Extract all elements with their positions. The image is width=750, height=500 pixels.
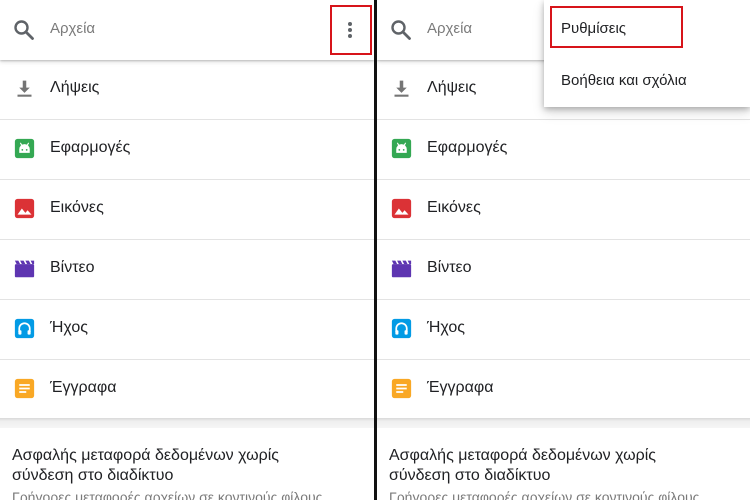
category-label: Εικόνες bbox=[50, 199, 104, 216]
category-item-images[interactable]: Εικόνες bbox=[377, 180, 750, 240]
category-label: Εφαρμογές bbox=[50, 139, 131, 156]
promo-title: Ασφαλής μεταφορά δεδομένων χωρίς σύνδεση… bbox=[12, 447, 279, 484]
category-label: Έγγραφα bbox=[50, 379, 117, 396]
category-label: Εικόνες bbox=[427, 199, 481, 216]
search-icon bbox=[12, 18, 36, 42]
promo-subtitle: Γρήγορες μεταφορές αρχείων σε κοντινούς … bbox=[12, 489, 323, 500]
image-icon bbox=[391, 198, 412, 219]
category-label: Βίντεο bbox=[50, 259, 95, 276]
search-bar[interactable]: Αρχεία bbox=[0, 0, 374, 60]
overflow-menu: Ρυθμίσεις Βοήθεια και σχόλια bbox=[544, 0, 750, 107]
section-divider bbox=[377, 418, 750, 428]
category-label: Λήψεις bbox=[50, 79, 100, 96]
menu-item-label: Ρυθμίσεις bbox=[561, 20, 627, 37]
category-label: Λήψεις bbox=[427, 79, 477, 96]
category-label: Βίντεο bbox=[427, 259, 472, 276]
android-icon bbox=[391, 138, 412, 159]
category-item-downloads[interactable]: Λήψεις bbox=[0, 60, 374, 120]
menu-item-help-feedback[interactable]: Βοήθεια και σχόλια bbox=[544, 58, 750, 102]
image-icon bbox=[14, 198, 35, 219]
search-input[interactable]: Αρχεία bbox=[427, 20, 472, 37]
menu-item-settings[interactable]: Ρυθμίσεις bbox=[544, 6, 750, 50]
search-input[interactable]: Αρχεία bbox=[50, 20, 95, 37]
category-label: Έγγραφα bbox=[427, 379, 494, 396]
download-icon bbox=[391, 78, 412, 99]
category-item-documents[interactable]: Έγγραφα bbox=[377, 360, 750, 418]
category-item-apps[interactable]: Εφαρμογές bbox=[0, 120, 374, 180]
category-item-audio[interactable]: Ήχος bbox=[0, 300, 374, 360]
category-item-apps[interactable]: Εφαρμογές bbox=[377, 120, 750, 180]
video-icon bbox=[391, 258, 412, 279]
document-icon bbox=[14, 378, 35, 399]
category-item-videos[interactable]: Βίντεο bbox=[377, 240, 750, 300]
promo-subtitle: Γρήγορες μεταφορές αρχείων σε κοντινούς … bbox=[389, 489, 700, 500]
search-icon bbox=[389, 18, 413, 42]
category-item-images[interactable]: Εικόνες bbox=[0, 180, 374, 240]
download-icon bbox=[14, 78, 35, 99]
android-icon bbox=[14, 138, 35, 159]
promo-title: Ασφαλής μεταφορά δεδομένων χωρίς σύνδεση… bbox=[389, 447, 656, 484]
category-list: Λήψεις Εφαρμογές Εικόνες Βίντεο Ήχος Έγγ… bbox=[377, 60, 750, 418]
category-label: Ήχος bbox=[50, 319, 88, 336]
files-screen-left: Αρχεία Λήψεις Εφαρμογές Εικόνες Βίντεο Ή… bbox=[0, 0, 374, 500]
offline-share-card[interactable]: Ασφαλής μεταφορά δεδομένων χωρίς σύνδεση… bbox=[377, 428, 750, 500]
category-list: Λήψεις Εφαρμογές Εικόνες Βίντεο Ήχος Έγγ… bbox=[0, 60, 374, 418]
headphones-icon bbox=[14, 318, 35, 339]
category-label: Εφαρμογές bbox=[427, 139, 508, 156]
headphones-icon bbox=[391, 318, 412, 339]
section-divider bbox=[0, 418, 374, 428]
category-item-documents[interactable]: Έγγραφα bbox=[0, 360, 374, 418]
menu-item-label: Βοήθεια και σχόλια bbox=[561, 72, 687, 89]
document-icon bbox=[391, 378, 412, 399]
category-label: Ήχος bbox=[427, 319, 465, 336]
category-item-audio[interactable]: Ήχος bbox=[377, 300, 750, 360]
category-item-videos[interactable]: Βίντεο bbox=[0, 240, 374, 300]
more-options-icon bbox=[348, 22, 352, 26]
video-icon bbox=[14, 258, 35, 279]
more-options-button[interactable] bbox=[330, 5, 372, 55]
offline-share-card[interactable]: Ασφαλής μεταφορά δεδομένων χωρίς σύνδεση… bbox=[0, 428, 374, 500]
